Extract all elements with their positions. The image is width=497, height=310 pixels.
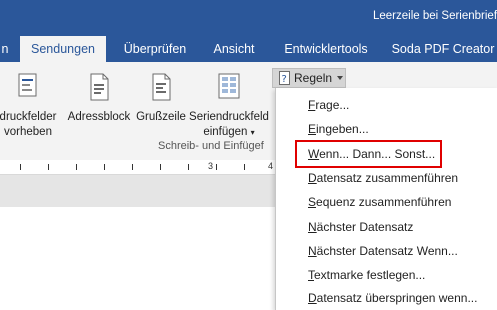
rules-button[interactable]: ? Regeln: [272, 68, 346, 88]
insert-merge-field-button[interactable]: Seriendruckfeld einfügen ▾: [186, 72, 272, 140]
window-title: Leerzeile bei Serienbrief: [373, 10, 497, 22]
menu-item-fill-in-label: ingeben...: [316, 122, 369, 136]
insert-merge-field-label-2: einfügen ▾: [186, 125, 272, 140]
ruler-tick: [104, 164, 105, 170]
greeting-line-label: Grußzeile: [136, 111, 186, 123]
group-label-write-insert: Schreib- und Einfügef: [158, 140, 264, 152]
menu-item-next-record-label: ächster Datensatz: [316, 220, 414, 234]
greeting-line-button[interactable]: Grußzeile: [134, 72, 188, 125]
rules-icon: ?: [279, 71, 290, 85]
address-block-label: Adressblock: [67, 111, 131, 123]
highlight-fields-label-1: druckfelder: [0, 111, 57, 123]
tab-partial[interactable]: n: [0, 36, 12, 62]
highlight-fields-label-2: vorheben: [4, 126, 52, 138]
menu-item-merge-sequence-accel: S: [308, 195, 317, 209]
insert-merge-field-label-1: Seriendruckfeld: [189, 111, 269, 123]
ruler-number-4: 4: [268, 161, 274, 171]
title-bar: Leerzeile bei Serienbrief: [0, 0, 497, 36]
chevron-down-icon: ▾: [250, 128, 255, 137]
greeting-line-icon: [152, 73, 171, 101]
menu-item-fill-in[interactable]: Eingeben...: [308, 122, 369, 136]
insert-merge-field-label-2-text: einfügen: [203, 126, 248, 138]
tab-entwicklertools[interactable]: Entwicklertools: [272, 36, 380, 62]
menu-item-next-record-if-accel: N: [308, 244, 317, 258]
menu-item-next-record[interactable]: Nächster Datensatz: [308, 220, 413, 234]
svg-text:?: ?: [282, 74, 287, 85]
ruler-tick: [76, 164, 77, 170]
menu-item-merge-record-accel: D: [308, 171, 317, 185]
highlight-merge-fields-icon: [18, 73, 37, 97]
tab-ueberpruefen[interactable]: Überprüfen: [112, 36, 198, 62]
menu-item-merge-sequence[interactable]: Sequenz zusammenführen: [308, 195, 451, 209]
ruler-number-3: 3: [208, 161, 214, 171]
address-block-icon: [90, 73, 109, 101]
menu-item-merge-record[interactable]: Datensatz zusammenführen: [308, 171, 458, 185]
insert-merge-field-icon: [218, 73, 240, 99]
ruler-tick: [216, 164, 217, 170]
ruler-tick: [244, 164, 245, 170]
menu-item-ask-label: rage...: [315, 98, 350, 112]
highlight-box: [295, 140, 442, 168]
menu-item-merge-sequence-label: equenz zusammenführen: [316, 195, 452, 209]
menu-item-fill-in-accel: E: [308, 122, 317, 136]
menu-item-set-bookmark-label: extmarke festlegen...: [314, 268, 426, 282]
highlight-merge-fields-button[interactable]: druckfelder vorheben: [0, 72, 62, 140]
ruler-tick: [188, 164, 189, 170]
menu-item-ask[interactable]: Frage...: [308, 98, 349, 112]
menu-item-next-record-if[interactable]: Nächster Datensatz Wenn...: [308, 244, 458, 258]
menu-item-set-bookmark[interactable]: Textmarke festlegen...: [308, 268, 425, 282]
rules-button-label: Regeln: [294, 71, 333, 85]
ruler-tick: [48, 164, 49, 170]
menu-item-skip-record-if-label: atensatz überspringen wenn...: [316, 291, 478, 305]
menu-item-next-record-if-label: ächster Datensatz Wenn...: [316, 244, 458, 258]
tab-sendungen[interactable]: Sendungen: [20, 36, 106, 62]
menu-item-skip-record-if[interactable]: Datensatz überspringen wenn...: [308, 291, 477, 305]
tab-soda-pdf-creator[interactable]: Soda PDF Creator: [384, 36, 497, 62]
menu-item-skip-record-if-accel: D: [308, 291, 317, 305]
chevron-down-icon: [337, 76, 343, 80]
ruler-tick: [160, 164, 161, 170]
ruler-tick: [132, 164, 133, 170]
rules-dropdown-menu: Frage... Eingeben... Wenn... Dann... Son…: [275, 88, 497, 310]
ribbon-tab-bar: n Sendungen Überprüfen Ansicht Entwickle…: [0, 36, 497, 62]
menu-item-merge-record-label: atensatz zusammenführen: [316, 171, 459, 185]
menu-item-next-record-accel: N: [308, 220, 317, 234]
ruler-tick: [20, 164, 21, 170]
address-block-button[interactable]: Adressblock: [64, 72, 134, 125]
tab-ansicht[interactable]: Ansicht: [202, 36, 266, 62]
